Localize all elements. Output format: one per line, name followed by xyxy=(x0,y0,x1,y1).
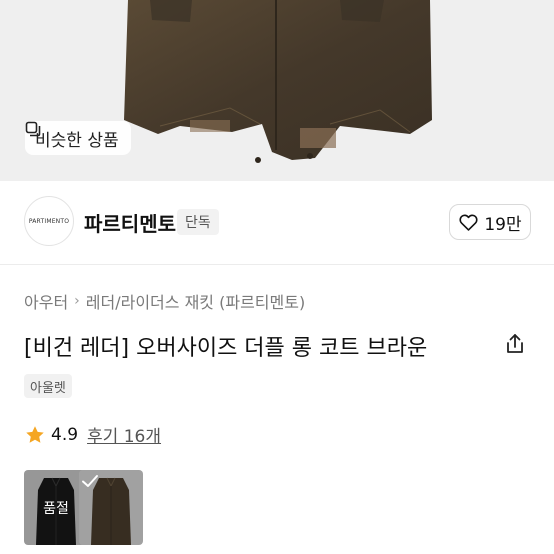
product-image[interactable]: 비슷한 상품 xyxy=(0,0,554,181)
outlet-tag: 아울렛 xyxy=(24,374,72,398)
heart-icon xyxy=(459,214,478,231)
brand-name[interactable]: 파르티멘토 xyxy=(84,208,176,237)
breadcrumb-item-category[interactable]: 레더/라이더스 재킷 (파르티멘토) xyxy=(86,289,305,313)
brand-logo-text: PARTIMENTO xyxy=(28,217,70,225)
like-count: 19만 xyxy=(484,214,522,235)
exclusive-badge: 단독 xyxy=(177,209,219,235)
star-icon xyxy=(26,425,44,443)
check-icon xyxy=(82,475,98,487)
rating: 4.9 후기 16개 xyxy=(24,422,161,447)
similar-products-button[interactable]: 비슷한 상품 xyxy=(25,121,131,155)
like-button[interactable]: 19만 xyxy=(449,204,531,240)
soldout-label: 품절 xyxy=(43,500,69,517)
chevron-right-icon: › xyxy=(74,293,80,309)
copy-icon xyxy=(25,121,41,137)
brand-logo[interactable]: PARTIMENTO xyxy=(24,196,74,246)
share-icon xyxy=(507,334,523,353)
similar-products-label: 비슷한 상품 xyxy=(35,130,119,151)
product-title: [비건 레더] 오버사이즈 더플 롱 코트 브라운 xyxy=(24,336,428,361)
option-thumbnail-brown[interactable] xyxy=(79,470,143,545)
breadcrumb: 아우터 › 레더/라이더스 재킷 (파르티멘토) xyxy=(24,289,305,313)
selected-overlay xyxy=(79,470,143,545)
rating-score: 4.9 xyxy=(51,424,79,445)
share-button[interactable] xyxy=(503,332,527,356)
breadcrumb-item-outer[interactable]: 아우터 xyxy=(24,289,68,313)
reviews-link[interactable]: 후기 16개 xyxy=(87,422,161,447)
